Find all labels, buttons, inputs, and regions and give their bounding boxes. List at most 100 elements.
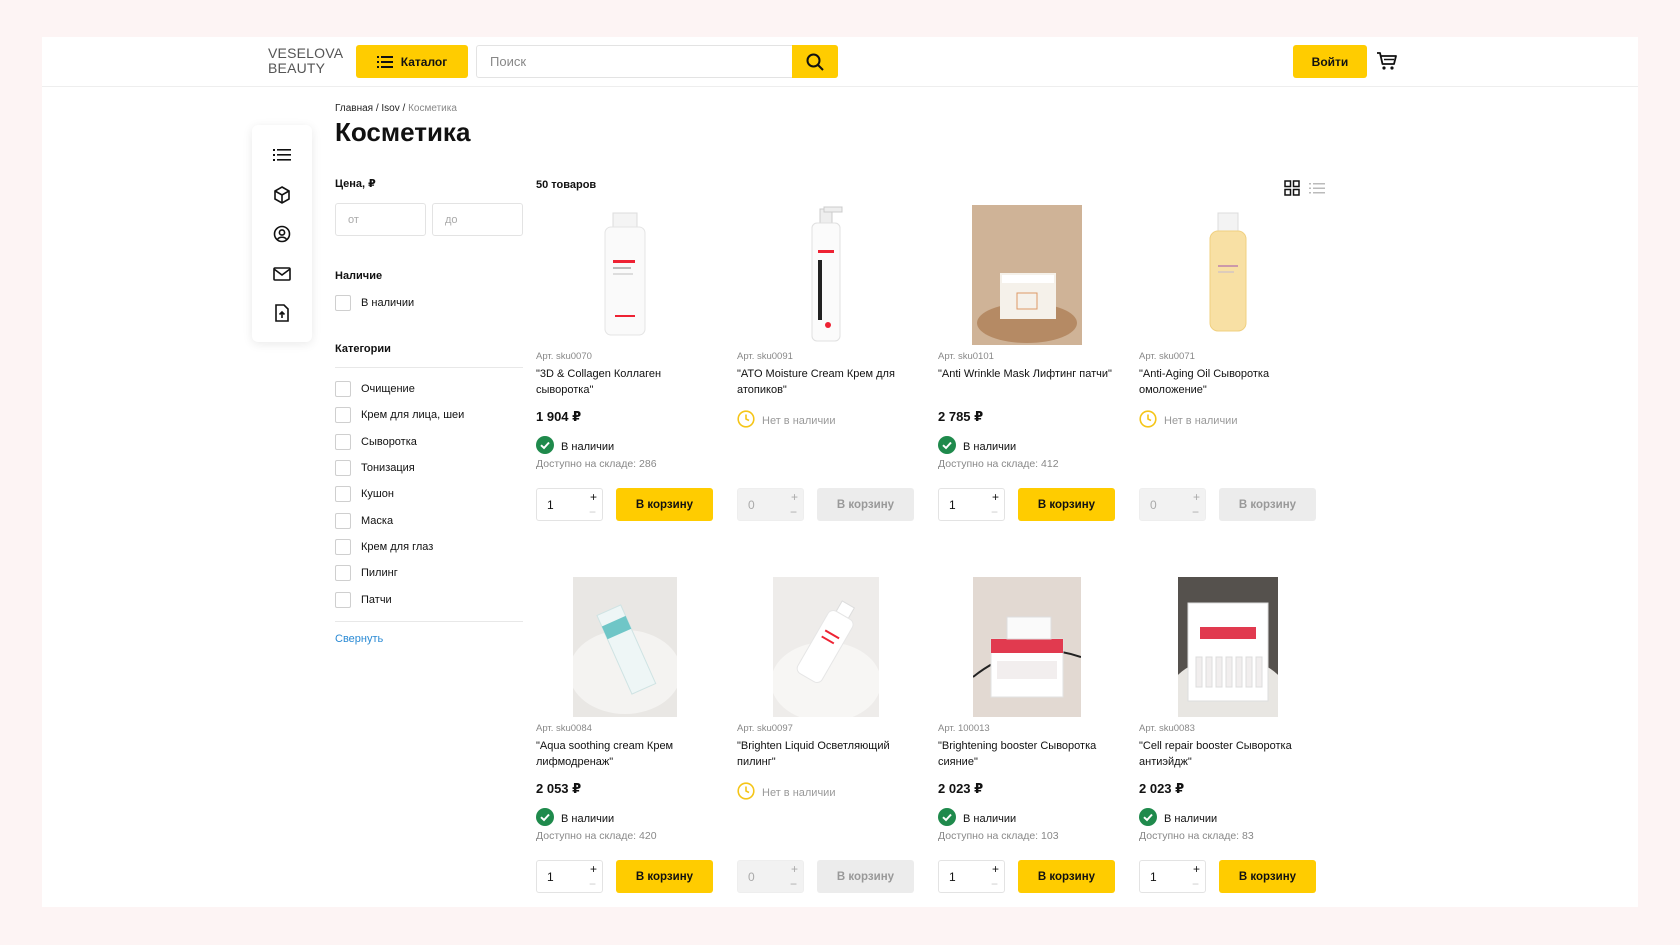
quantity-value[interactable]: 1 [1150, 870, 1157, 884]
quantity-value[interactable]: 1 [547, 870, 554, 884]
category-checkbox[interactable] [335, 512, 351, 529]
cart-icon[interactable] [1376, 51, 1398, 71]
plus-icon[interactable]: + [590, 490, 597, 504]
category-checkbox[interactable] [335, 565, 351, 582]
product-price: 2 053 ₽ [536, 781, 582, 796]
in-stock-checkbox[interactable] [335, 295, 351, 311]
quantity-stepper[interactable]: 1 + − [938, 488, 1005, 521]
product-image[interactable] [938, 577, 1116, 717]
category-checkbox-row[interactable]: Тонизация [335, 455, 523, 481]
category-checkbox-row[interactable]: Сыворотка [335, 429, 523, 455]
product-name[interactable]: "Brightening booster Сыворотка сияние" [938, 738, 1116, 770]
breadcrumb-brand[interactable]: Isov [381, 103, 399, 114]
stock-status: Нет в наличии [1139, 410, 1237, 431]
category-checkbox-row[interactable]: Патчи [335, 586, 523, 612]
quantity-value[interactable]: 1 [547, 498, 554, 512]
product-name[interactable]: "Anti-Aging Oil Сыворотка омоложение" [1139, 366, 1317, 398]
product-sku: Арт. 100013 [938, 723, 990, 734]
stock-status: Нет в наличии [737, 782, 835, 803]
site-logo[interactable]: VESELOVA BEAUTY [268, 46, 343, 76]
add-to-cart-button[interactable]: В корзину [1018, 860, 1115, 893]
product-image[interactable] [1139, 577, 1317, 717]
search-input[interactable] [477, 46, 787, 77]
product-image[interactable] [536, 205, 714, 345]
quantity-stepper: 0 + − [737, 860, 804, 893]
login-button[interactable]: Войти [1293, 45, 1367, 78]
stock-status-label: Нет в наличии [762, 786, 836, 799]
file-upload-icon[interactable] [272, 303, 292, 323]
category-checkbox[interactable] [335, 433, 351, 450]
category-checkbox[interactable] [335, 407, 351, 424]
price-to-input[interactable] [432, 203, 523, 236]
price-range [335, 203, 523, 236]
category-checkbox[interactable] [335, 486, 351, 503]
minus-icon[interactable]: − [589, 505, 596, 519]
category-checkbox[interactable] [335, 538, 351, 555]
stock-quantity: Доступно на складе: 412 [938, 458, 1059, 470]
grid-view-icon[interactable] [1284, 180, 1300, 196]
minus-icon[interactable]: − [991, 505, 998, 519]
product-name[interactable]: "Brighten Liquid Осветляющий пилинг" [737, 738, 915, 770]
plus-icon[interactable]: + [1193, 862, 1200, 876]
product-name[interactable]: "Aqua soothing cream Крем лифмодренаж" [536, 738, 714, 770]
quantity-stepper[interactable]: 1 + − [536, 488, 603, 521]
category-checkbox-row[interactable]: Крем для лица, шеи [335, 402, 523, 428]
category-checkbox-row[interactable]: Кушон [335, 481, 523, 507]
clock-icon [737, 782, 755, 803]
product-image[interactable] [938, 205, 1116, 345]
logo-line-1: VESELOVA [268, 45, 344, 61]
stock-status: В наличии [536, 436, 614, 457]
category-checkbox-row[interactable]: Очищение [335, 376, 523, 402]
product-name[interactable]: "Cell repair booster Сыворотка антиэйдж" [1139, 738, 1317, 770]
collapse-link[interactable]: Свернуть [335, 633, 523, 645]
plus-icon[interactable]: + [590, 862, 597, 876]
user-circle-icon[interactable] [272, 224, 292, 244]
category-checkbox-row[interactable]: Маска [335, 507, 523, 533]
stock-status-label: Нет в наличии [1164, 414, 1238, 427]
add-to-cart-button[interactable]: В корзину [616, 860, 713, 893]
catalog-button[interactable]: Каталог [356, 45, 468, 78]
category-checkbox[interactable] [335, 381, 351, 398]
minus-icon[interactable]: − [589, 877, 596, 891]
product-image[interactable] [737, 577, 915, 717]
mail-icon[interactable] [272, 264, 292, 284]
category-checkbox-row[interactable]: Пилинг [335, 560, 523, 586]
product-image[interactable] [536, 577, 714, 717]
search-button[interactable] [792, 45, 838, 78]
add-to-cart-button[interactable]: В корзину [1018, 488, 1115, 521]
quantity-stepper[interactable]: 1 + − [938, 860, 1005, 893]
search-icon [806, 53, 824, 71]
breadcrumb-current: Косметика [408, 103, 457, 114]
add-to-cart-button[interactable]: В корзину [1219, 860, 1316, 893]
product-name[interactable]: "ATO Moisture Cream Крем для атопиков" [737, 366, 915, 398]
list-view-icon[interactable] [1309, 180, 1325, 196]
in-stock-checkbox-row[interactable]: В наличии [335, 290, 523, 316]
minus-icon[interactable]: − [991, 877, 998, 891]
box-icon[interactable] [272, 185, 292, 205]
minus-icon[interactable]: − [1192, 877, 1199, 891]
product-card: Арт. sku0097 "Brighten Liquid Осветляющий… [737, 577, 915, 897]
page-frame: VESELOVA BEAUTY Каталог Войти [42, 37, 1638, 907]
breadcrumb-home[interactable]: Главная [335, 103, 373, 114]
product-image[interactable] [1139, 205, 1317, 345]
product-sku: Арт. sku0101 [938, 351, 994, 362]
add-to-cart-button[interactable]: В корзину [616, 488, 713, 521]
product-name[interactable]: "3D & Collagen Коллаген сыворотка" [536, 366, 714, 398]
category-checkbox[interactable] [335, 460, 351, 477]
catalog-label: Каталог [400, 54, 448, 69]
product-price: 1 904 ₽ [536, 409, 582, 424]
category-checkbox-row[interactable]: Крем для глаз [335, 534, 523, 560]
plus-icon: + [1192, 490, 1200, 504]
category-checkbox[interactable] [335, 591, 351, 608]
list-icon[interactable] [272, 145, 292, 165]
plus-icon[interactable]: + [992, 490, 999, 504]
quantity-stepper[interactable]: 1 + − [1139, 860, 1206, 893]
price-from-input[interactable] [335, 203, 426, 236]
product-name[interactable]: "Anti Wrinkle Mask Лифтинг патчи" [938, 366, 1116, 382]
quantity-value[interactable]: 1 [949, 498, 956, 512]
product-image[interactable] [737, 205, 915, 345]
menu-list-icon [376, 55, 393, 68]
quantity-value[interactable]: 1 [949, 870, 956, 884]
plus-icon[interactable]: + [992, 862, 999, 876]
quantity-stepper[interactable]: 1 + − [536, 860, 603, 893]
